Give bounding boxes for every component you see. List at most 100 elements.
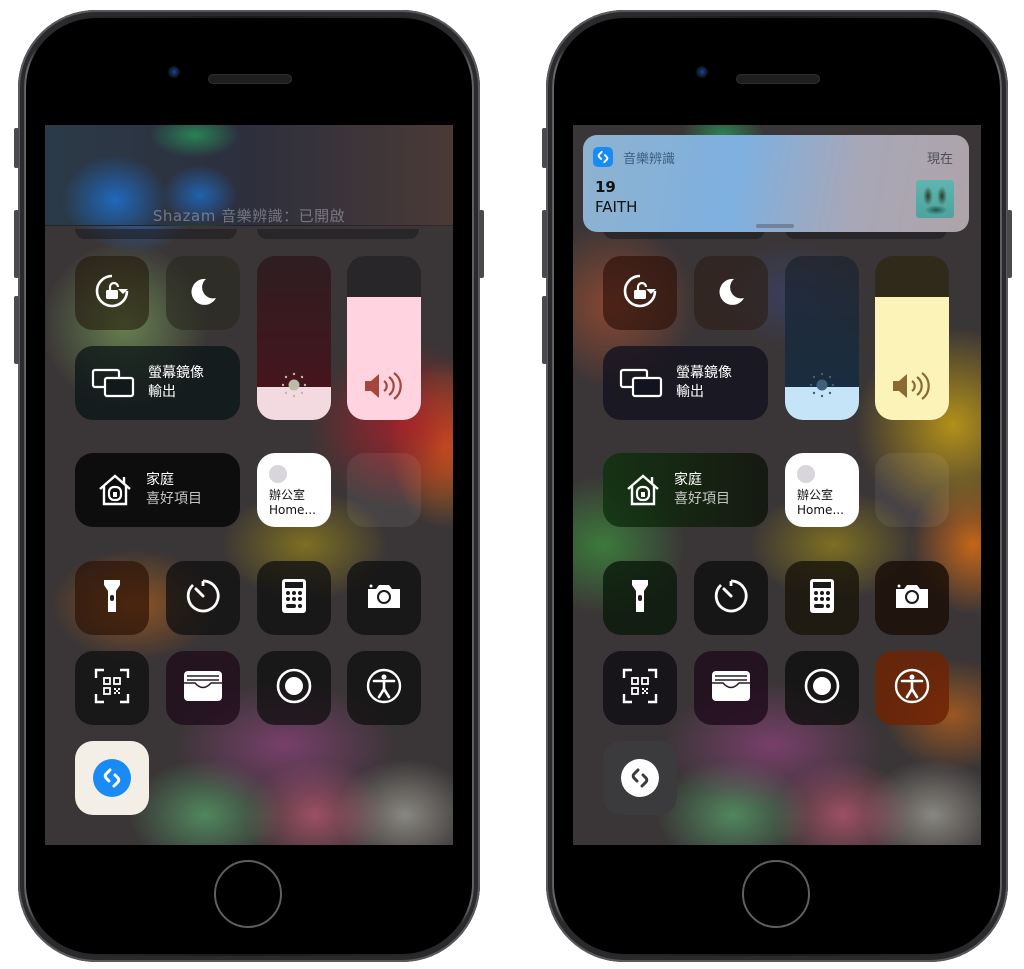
- song-title: 19: [595, 178, 616, 196]
- mute-switch: [14, 128, 19, 168]
- side-button: [479, 210, 484, 278]
- music-tile-peek: [75, 229, 237, 239]
- notification-app-name: 音樂辨識: [623, 152, 676, 167]
- shazam-icon: [93, 759, 131, 797]
- shazam-hud-banner: Shazam 音樂辨識：已開啟: [45, 125, 453, 226]
- side-button: [1007, 210, 1012, 278]
- rotation-lock-toggle[interactable]: [603, 256, 677, 330]
- shazam-notification[interactable]: 音樂辨識 現在 19 FAITH: [583, 135, 969, 232]
- volume-down-button: [14, 296, 19, 364]
- wallet-button[interactable]: [694, 651, 768, 725]
- speaker-icon: [347, 370, 421, 402]
- brightness-slider[interactable]: [785, 256, 859, 420]
- screen-mirroring-icon: [619, 368, 663, 402]
- qr-scanner-button[interactable]: [75, 651, 149, 725]
- homepod-icon: [797, 465, 815, 483]
- do-not-disturb-toggle[interactable]: [166, 256, 240, 330]
- empty-home-slot: [875, 453, 949, 527]
- shazam-music-recognition-button[interactable]: [603, 741, 677, 815]
- hud-text: Shazam 音樂辨識：已開啟: [152, 207, 346, 225]
- control-center: 音樂辨識 現在 19 FAITH 螢幕鏡像 輸出 家庭 喜好項目 辦公室 Hom…: [573, 125, 981, 845]
- office-homepod-tile[interactable]: 辦公室 Home...: [257, 453, 331, 527]
- flashlight-button[interactable]: [75, 561, 149, 635]
- notification-time: 現在: [926, 152, 953, 167]
- rotation-lock-icon: [93, 272, 131, 314]
- timer-button[interactable]: [694, 561, 768, 635]
- timer-button[interactable]: [166, 561, 240, 635]
- screen-mirroring-sublabel: 輸出: [676, 384, 704, 400]
- calculator-button[interactable]: [785, 561, 859, 635]
- camera-icon: [366, 582, 402, 614]
- front-camera: [696, 66, 708, 78]
- screen-mirroring-sublabel: 輸出: [148, 384, 176, 400]
- screen-recording-button[interactable]: [257, 651, 331, 725]
- homepod-icon: [269, 465, 287, 483]
- sun-icon: [785, 370, 859, 400]
- timer-icon: [185, 578, 221, 618]
- flashlight-icon: [102, 578, 122, 618]
- accessory-name: 辦公室: [797, 488, 834, 502]
- volume-up-button: [542, 210, 547, 278]
- earpiece-speaker: [736, 74, 820, 84]
- timer-icon: [713, 578, 749, 618]
- calculator-icon: [809, 578, 835, 618]
- home-button[interactable]: [742, 860, 810, 928]
- front-camera: [168, 66, 180, 78]
- volume-slider[interactable]: [347, 256, 421, 420]
- moon-icon: [186, 274, 220, 312]
- flashlight-button[interactable]: [603, 561, 677, 635]
- screen-mirroring-button[interactable]: 螢幕鏡像 輸出: [603, 346, 768, 420]
- accessibility-shortcut-button[interactable]: [875, 651, 949, 725]
- volume-down-button: [542, 296, 547, 364]
- screen-mirroring-label: 螢幕鏡像: [676, 365, 732, 381]
- home-sublabel: 喜好項目: [674, 491, 730, 507]
- screen-mirroring-label: 螢幕鏡像: [148, 365, 204, 381]
- accessory-status: Home...: [269, 503, 316, 517]
- iphone-left: Shazam 音樂辨識：已開啟 螢幕鏡像 輸出 家庭 喜好項目 辦公室 Home…: [14, 10, 484, 962]
- qr-code-icon: [622, 668, 658, 708]
- home-label: 家庭: [674, 472, 702, 488]
- accessibility-shortcut-button[interactable]: [347, 651, 421, 725]
- sun-icon: [257, 370, 331, 400]
- wallet-icon: [183, 670, 223, 706]
- accessory-status: Home...: [797, 503, 844, 517]
- wallet-button[interactable]: [166, 651, 240, 725]
- shazam-icon: [593, 147, 613, 167]
- calculator-button[interactable]: [257, 561, 331, 635]
- shazam-icon: [621, 759, 659, 797]
- record-icon: [275, 667, 313, 709]
- home-sublabel: 喜好項目: [146, 491, 202, 507]
- mute-switch: [542, 128, 547, 168]
- iphone-right: 音樂辨識 現在 19 FAITH 螢幕鏡像 輸出 家庭 喜好項目 辦公室 Hom…: [542, 10, 1012, 962]
- rotation-lock-icon: [621, 272, 659, 314]
- volume-slider[interactable]: [875, 256, 949, 420]
- camera-icon: [894, 582, 930, 614]
- rotation-lock-toggle[interactable]: [75, 256, 149, 330]
- screen-recording-button[interactable]: [785, 651, 859, 725]
- do-not-disturb-toggle[interactable]: [694, 256, 768, 330]
- control-center: Shazam 音樂辨識：已開啟 螢幕鏡像 輸出 家庭 喜好項目 辦公室 Home…: [45, 125, 453, 845]
- shazam-music-recognition-button[interactable]: [75, 741, 149, 815]
- home-label: 家庭: [146, 472, 174, 488]
- camera-button[interactable]: [875, 561, 949, 635]
- home-button[interactable]: [214, 860, 282, 928]
- notification-grabber[interactable]: [756, 224, 794, 228]
- brightness-slider[interactable]: [257, 256, 331, 420]
- home-favorites-button[interactable]: 家庭 喜好項目: [75, 453, 240, 527]
- camera-button[interactable]: [347, 561, 421, 635]
- album-art: [916, 180, 954, 218]
- house-icon: [97, 473, 133, 511]
- qr-scanner-button[interactable]: [603, 651, 677, 725]
- accessibility-icon: [893, 667, 931, 709]
- moon-icon: [714, 274, 748, 312]
- screen-mirroring-button[interactable]: 螢幕鏡像 輸出: [75, 346, 240, 420]
- song-artist: FAITH: [595, 198, 638, 216]
- calculator-icon: [281, 578, 307, 618]
- earpiece-speaker: [208, 74, 292, 84]
- flashlight-icon: [630, 578, 650, 618]
- wallet-icon: [711, 670, 751, 706]
- office-homepod-tile[interactable]: 辦公室 Home...: [785, 453, 859, 527]
- connectivity-tile-peek: [257, 229, 419, 239]
- home-favorites-button[interactable]: 家庭 喜好項目: [603, 453, 768, 527]
- empty-home-slot: [347, 453, 421, 527]
